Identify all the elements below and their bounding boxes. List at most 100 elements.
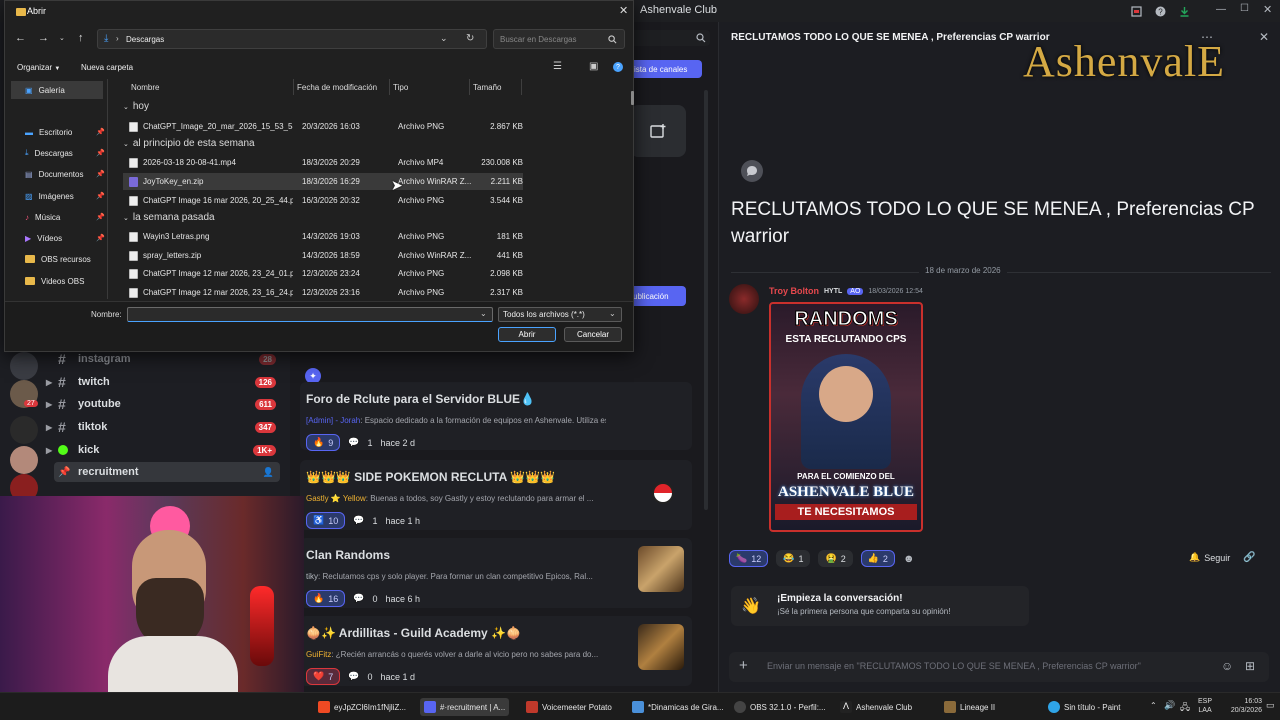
channel-recruitment[interactable]: 📌 recruitment 👤: [54, 462, 280, 482]
avatar[interactable]: [729, 284, 759, 314]
view-options-icon[interactable]: ☰: [553, 61, 562, 72]
column-size[interactable]: Tamaño: [473, 83, 501, 92]
dialog-search-input[interactable]: Buscar en Descargas: [493, 29, 625, 49]
taskbar-item-active[interactable]: #·recruitment | A...: [420, 698, 510, 716]
chevron-down-icon[interactable]: ⌄: [480, 309, 487, 318]
author-name[interactable]: Troy Bolton: [769, 286, 819, 296]
emoji-icon[interactable]: ☺: [1221, 659, 1233, 673]
nav-videos[interactable]: ▶ Vídeos 📌: [25, 229, 105, 247]
nav-obs-videos[interactable]: Videos OBS: [25, 272, 105, 290]
file-row[interactable]: 2026-03-18 20-08-41.mp4 18/3/2026 20:29 Ar…: [123, 154, 523, 171]
new-folder-button[interactable]: Nueva carpeta: [81, 63, 133, 72]
nav-music[interactable]: ♪ Música 📌: [25, 208, 105, 226]
language-indicator[interactable]: ESP LAA: [1198, 697, 1212, 715]
add-reaction-icon[interactable]: ☻: [903, 553, 915, 565]
reaction-thumbs-up[interactable]: 👍 2: [860, 550, 895, 567]
organize-menu[interactable]: Organizar ▼: [17, 63, 60, 72]
file-row-hovered[interactable]: JoyToKey_en.zip 18/3/2026 16:29 Archivo Wi…: [123, 173, 523, 190]
up-icon[interactable]: ↑: [78, 32, 84, 44]
taskbar-item[interactable]: OBS 32.1.0 - Perfil:...: [734, 698, 826, 716]
nav-desktop[interactable]: ▬ Escritorio 📌: [25, 123, 105, 141]
new-post-button[interactable]: ublicación: [630, 286, 686, 306]
link-icon[interactable]: 🔗: [1243, 552, 1255, 563]
dialog-close-icon[interactable]: ✕: [619, 4, 628, 17]
server-icon-4[interactable]: [10, 446, 38, 474]
file-type-filter[interactable]: Todos los archivos (*.*) ⌄: [498, 307, 622, 322]
recent-dropdown-icon[interactable]: ⌄: [59, 34, 65, 42]
reaction-chip[interactable]: ❤️ 7: [306, 668, 341, 685]
forum-post[interactable]: 🧅✨ Ardillitas - Guild Academy ✨🧅 GuiFitz…: [300, 616, 692, 686]
close-window-icon[interactable]: ✕: [1263, 3, 1272, 16]
plus-icon[interactable]: +: [739, 657, 748, 674]
group-last-week[interactable]: ⌄ la semana pasada: [123, 212, 215, 223]
nav-obs-resources[interactable]: OBS recursos: [25, 250, 105, 268]
help-icon[interactable]: ?: [613, 62, 623, 72]
network-icon[interactable]: 🖧: [1180, 700, 1190, 716]
scrollbar-thumb[interactable]: [631, 91, 634, 105]
more-options-icon[interactable]: ⋯: [1201, 30, 1213, 44]
close-thread-icon[interactable]: ✕: [1259, 30, 1269, 44]
recruitment-poster[interactable]: RANDOMS ESTA RECLUTANDO CPS PARA EL COMI…: [769, 302, 923, 532]
channel-list-button[interactable]: ista de canales: [630, 60, 702, 78]
file-row[interactable]: ChatGPT_Image_20_mar_2026_15_53_58.... 20…: [123, 118, 523, 135]
taskbar-item[interactable]: Λ Ashenvale Club: [840, 698, 912, 716]
server-icon-ashenvale[interactable]: [10, 352, 38, 380]
channel-instagram[interactable]: # instagram 28: [58, 349, 280, 369]
reaction-eggplant[interactable]: 🍆 12: [729, 550, 769, 567]
taskbar-item[interactable]: Lineage II: [944, 698, 995, 716]
nav-images[interactable]: ▨ Imágenes 📌: [25, 187, 105, 205]
scrollbar[interactable]: [704, 90, 708, 510]
reaction-laugh[interactable]: 😂 1: [776, 550, 811, 567]
nav-documents[interactable]: ▤ Documentos 📌: [25, 165, 105, 183]
file-row[interactable]: spray_letters.zip 14/3/2026 18:59 Archivo …: [123, 247, 523, 264]
add-member-icon[interactable]: 👤: [263, 467, 274, 478]
channel-twitch[interactable]: ▶ # twitch 126: [46, 372, 280, 392]
forum-post[interactable]: Foro de Rclute para el Servidor BLUE💧 [A…: [300, 382, 692, 451]
back-icon[interactable]: ←: [15, 32, 26, 44]
column-type[interactable]: Tipo: [393, 83, 408, 92]
open-button[interactable]: Abrir: [498, 327, 556, 342]
file-row[interactable]: ChatGPT Image 12 mar 2026, 23_16_24.png 1…: [123, 284, 523, 301]
column-name[interactable]: Nombre: [131, 83, 159, 92]
follow-button[interactable]: 🔔 Seguir: [1189, 552, 1230, 563]
taskbar-item[interactable]: *Dinamicas de Gira...: [632, 698, 724, 716]
forum-post[interactable]: Clan Randoms tiky: Reclutamos cps y solo…: [300, 538, 692, 608]
taskbar-item[interactable]: Voicemeeter Potato: [526, 698, 612, 716]
breadcrumb-path[interactable]: Descargas: [126, 35, 164, 44]
address-dropdown-icon[interactable]: ⌄: [440, 33, 448, 44]
column-date[interactable]: Fecha de modificación: [297, 83, 377, 92]
speaker-icon[interactable]: 🔊: [1164, 700, 1175, 711]
cancel-button[interactable]: Cancelar: [564, 327, 622, 342]
tray-chevron-icon[interactable]: ⌃: [1150, 701, 1157, 710]
reaction-chip[interactable]: ♿ 10: [306, 512, 346, 529]
inbox-icon[interactable]: [1130, 5, 1142, 17]
channel-youtube[interactable]: ▶ # youtube 611: [46, 394, 280, 414]
notification-icon[interactable]: ▭: [1266, 700, 1275, 711]
reaction-chip[interactable]: 🔥 9: [306, 434, 341, 451]
group-this-week[interactable]: ⌄ al principio de esta semana: [123, 138, 255, 149]
maximize-icon[interactable]: ☐: [1240, 3, 1249, 14]
clock[interactable]: 16:03 20/3/2026: [1226, 697, 1262, 715]
apps-icon[interactable]: ⊞: [1245, 659, 1255, 673]
file-row[interactable]: Wayin3 Letras.png 14/3/2026 19:03 Archivo …: [123, 228, 523, 245]
forward-icon[interactable]: →: [38, 32, 49, 44]
preview-pane-icon[interactable]: ▣: [589, 61, 598, 72]
channel-tiktok[interactable]: ▶ # tiktok 347: [46, 417, 280, 437]
minimize-icon[interactable]: —: [1216, 4, 1226, 15]
download-icon[interactable]: [1178, 5, 1190, 17]
address-bar[interactable]: ⤓ › Descargas ⌄ ↻: [97, 29, 487, 49]
file-row[interactable]: ChatGPT Image 12 mar 2026, 23_24_01.png 1…: [123, 265, 523, 282]
server-icon-aos[interactable]: [10, 416, 38, 444]
message-input[interactable]: + Enviar un mensaje en "RECLUTAMOS TODO …: [729, 652, 1269, 682]
file-row[interactable]: ChatGPT Image 16 mar 2026, 20_25_44.png 1…: [123, 192, 523, 209]
nav-gallery[interactable]: ▣ Galería: [25, 81, 105, 99]
reaction-vomit[interactable]: 🤮 2: [818, 550, 853, 567]
taskbar-item[interactable]: Sin título - Paint: [1048, 698, 1120, 716]
taskbar-item[interactable]: eyJpZCl6Im1fNjliZ...: [318, 698, 406, 716]
nav-downloads[interactable]: ⤓ Descargas 📌: [25, 144, 105, 162]
reaction-chip[interactable]: 🔥 16: [306, 590, 346, 607]
add-image-tile[interactable]: [630, 105, 686, 157]
refresh-icon[interactable]: ↻: [466, 33, 474, 44]
channel-kick[interactable]: ▶ kick 1K+: [46, 440, 280, 460]
group-today[interactable]: ⌄ hoy: [123, 101, 149, 112]
